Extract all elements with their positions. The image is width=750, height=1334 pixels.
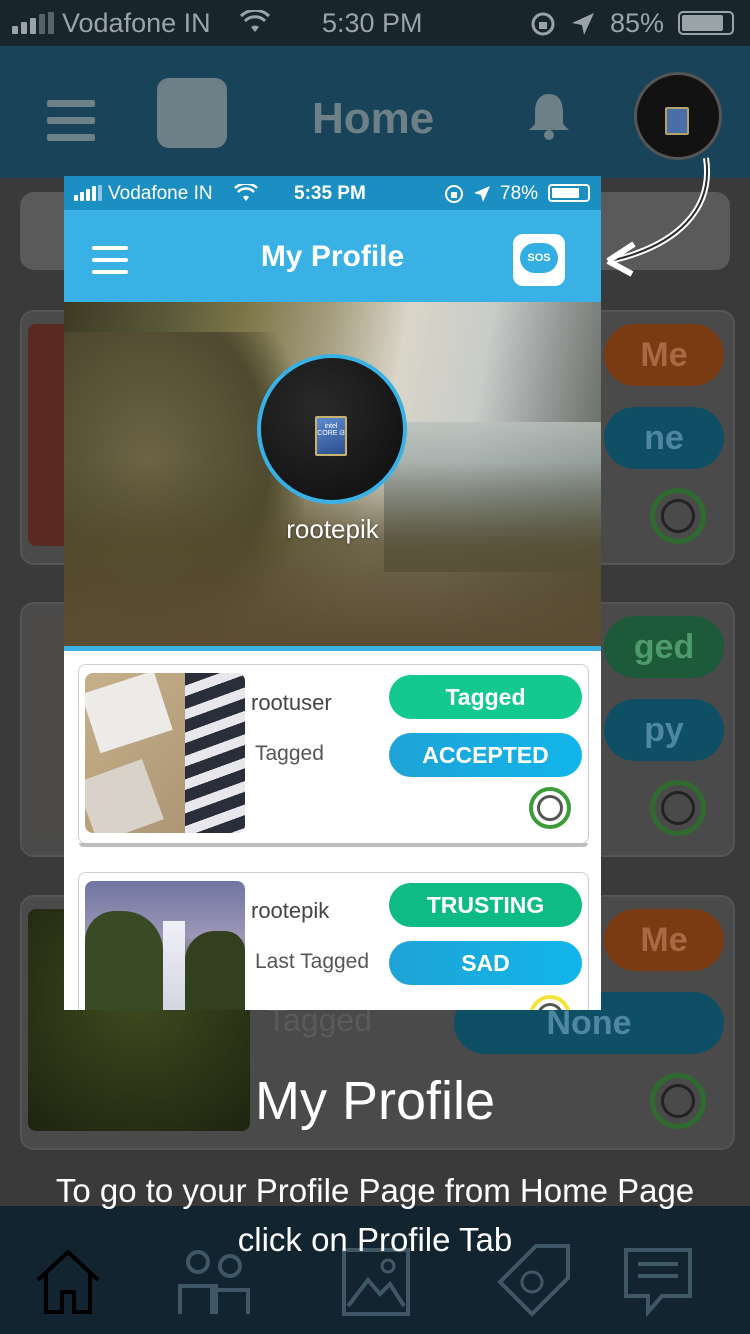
- list-item[interactable]: rootuser Tagged Tagged ACCEPTED: [78, 664, 589, 847]
- signal-icon: [74, 185, 102, 201]
- list-item[interactable]: rootepik Last Tagged TRUSTING SAD: [78, 872, 589, 1010]
- battery-icon: [548, 184, 590, 202]
- avatar-chip-text: intel CORE i3: [315, 416, 347, 456]
- carrier-label: Vodafone IN: [108, 183, 213, 204]
- background-pill: ne: [604, 407, 724, 469]
- tutorial-title: My Profile: [254, 1071, 496, 1131]
- battery-percent: 78%: [500, 183, 539, 204]
- response-pill[interactable]: SAD: [389, 941, 582, 985]
- profile-header: My Profile SOS: [64, 210, 601, 302]
- background-pill: Me: [604, 909, 724, 971]
- tutorial-description: To go to your Profile Page from Home Pag…: [55, 1172, 695, 1258]
- sos-button[interactable]: SOS: [513, 234, 565, 286]
- status-ring: [529, 995, 571, 1010]
- background-pill: ged: [604, 616, 724, 678]
- tag-status-pill[interactable]: Tagged: [389, 675, 582, 719]
- bell-icon[interactable]: [527, 90, 571, 140]
- post-username: rootepik: [251, 898, 330, 923]
- background-pill: Me: [604, 324, 724, 386]
- divider: [64, 646, 601, 651]
- location-icon: [474, 186, 490, 202]
- profile-avatar[interactable]: intel CORE i3: [257, 354, 407, 504]
- time-label: 5:30 PM: [322, 8, 423, 38]
- sos-icon[interactable]: [157, 78, 227, 148]
- profile-cover-photo: intel CORE i3 rootepik: [64, 302, 601, 646]
- time-label: 5:35 PM: [294, 183, 366, 204]
- status-ring: [650, 780, 706, 836]
- status-ring: [650, 488, 706, 544]
- hamburger-icon[interactable]: [47, 100, 95, 151]
- profile-avatar-button[interactable]: [634, 72, 722, 160]
- response-pill[interactable]: ACCEPTED: [389, 733, 582, 777]
- post-thumbnail[interactable]: [85, 673, 245, 833]
- tag-status-pill[interactable]: TRUSTING: [389, 883, 582, 927]
- lock-rotation-icon: [445, 185, 463, 203]
- profile-screenshot: Vodafone IN 5:35 PM 78% My Profile SOS i…: [64, 176, 601, 1010]
- status-bar: Vodafone IN 5:35 PM 78%: [64, 176, 601, 210]
- post-status-label: Tagged: [255, 742, 324, 765]
- curved-arrow-icon: [606, 157, 711, 277]
- status-ring: [529, 787, 571, 829]
- wifi-icon: [234, 184, 258, 201]
- battery-icon: [678, 11, 734, 35]
- carrier-label: Vodafone IN: [62, 8, 211, 38]
- lock-rotation-icon: [531, 12, 555, 36]
- wifi-icon: [240, 10, 270, 32]
- post-status-label: Last Tagged: [255, 950, 370, 973]
- sos-icon: SOS: [520, 243, 558, 273]
- post-username: rootuser: [251, 690, 332, 715]
- profile-username: rootepik: [286, 514, 379, 544]
- battery-percent: 85%: [610, 8, 665, 38]
- location-icon: [572, 13, 594, 35]
- background-status-bar: Vodafone IN 5:30 PM 85%: [0, 0, 750, 46]
- post-thumbnail[interactable]: [85, 881, 245, 1010]
- page-title: Home: [312, 94, 435, 143]
- background-pill: py: [604, 699, 724, 761]
- signal-icon: [12, 12, 54, 34]
